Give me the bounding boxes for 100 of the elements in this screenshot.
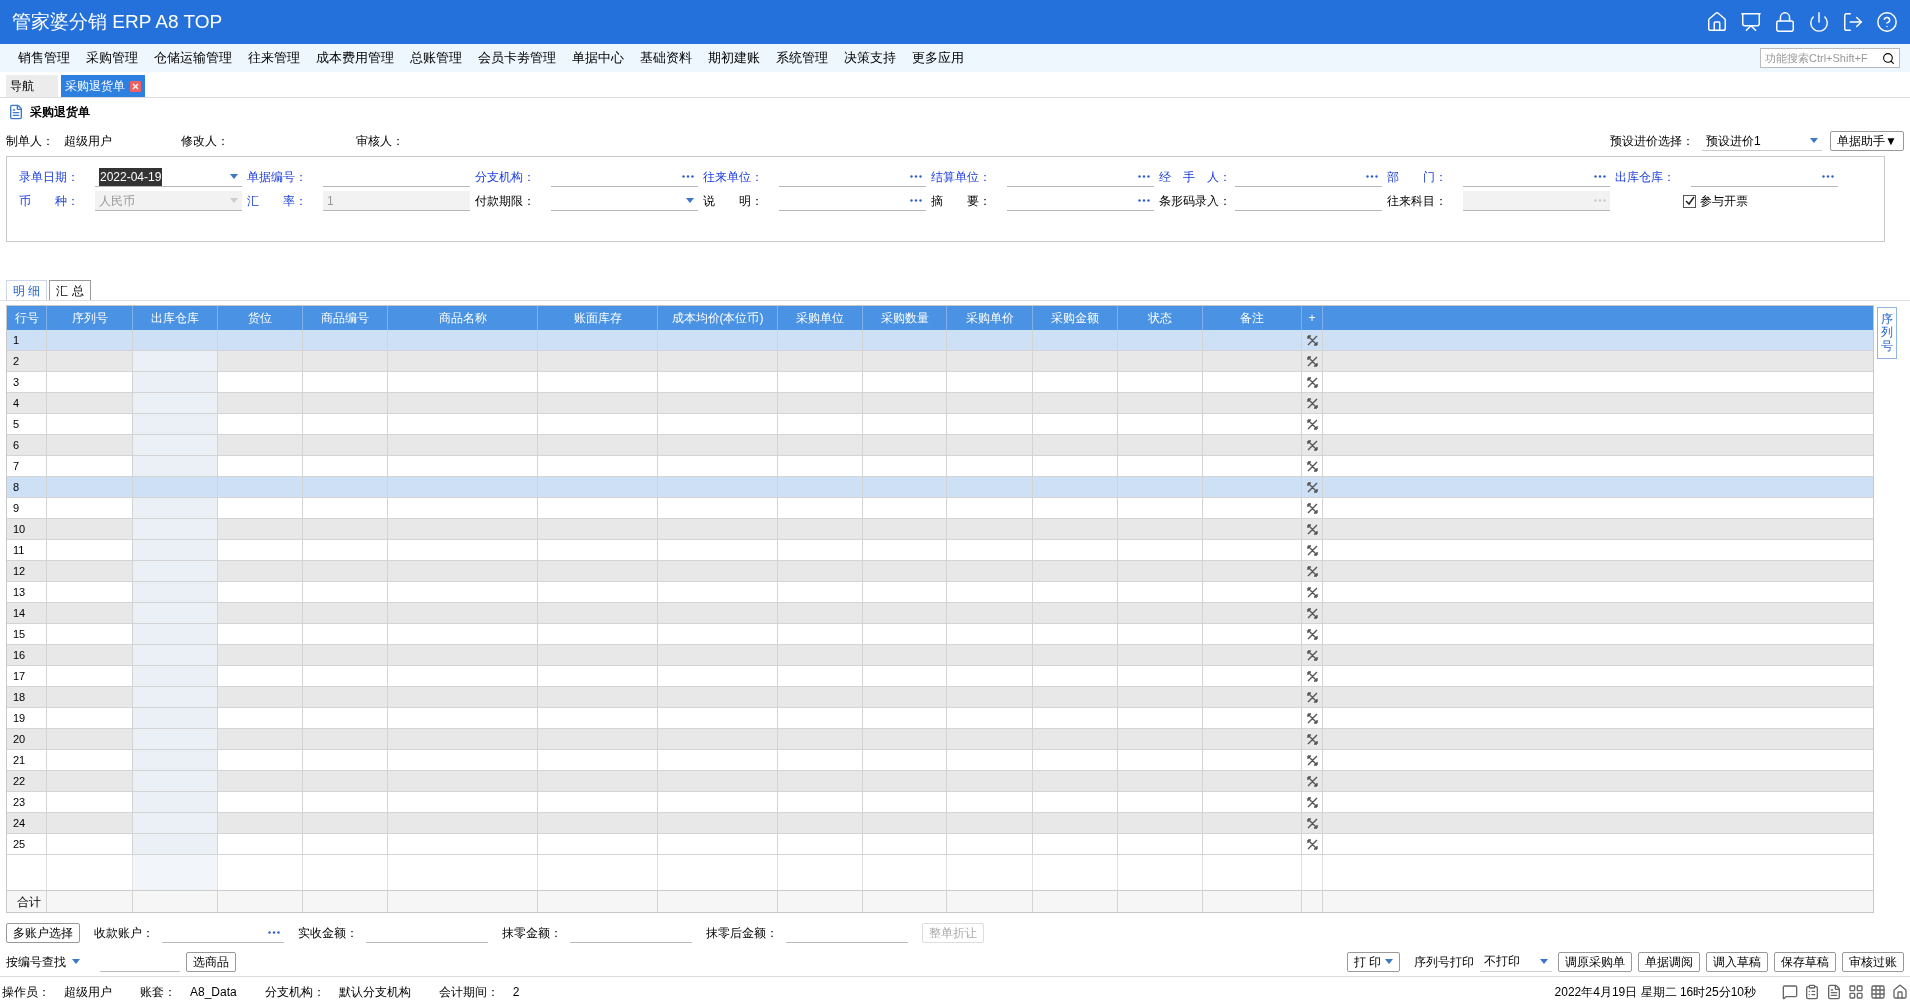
table-row[interactable]: 4 (7, 393, 1873, 414)
menu-item[interactable]: 决策支持 (836, 48, 904, 68)
home-icon[interactable] (1706, 11, 1728, 33)
cross-tools-icon[interactable] (1306, 376, 1318, 388)
table-row[interactable]: 12 (7, 561, 1873, 582)
table-row[interactable]: 15 (7, 624, 1873, 645)
invoice-checkbox[interactable]: 参与开票 (1683, 192, 1748, 210)
menu-item[interactable]: 总账管理 (402, 48, 470, 68)
cross-tools-icon[interactable] (1306, 607, 1318, 619)
checkbox[interactable] (1683, 194, 1696, 208)
table-row[interactable]: 14 (7, 603, 1873, 624)
cross-tools-icon[interactable] (1306, 712, 1318, 724)
cross-tools-icon[interactable] (1306, 418, 1318, 430)
find-mode-value: 按编号查找 (6, 953, 66, 971)
cross-tools-icon[interactable] (1306, 586, 1318, 598)
lock-icon[interactable] (1774, 11, 1796, 33)
cross-tools-icon[interactable] (1306, 544, 1318, 556)
logout-icon[interactable] (1842, 11, 1864, 33)
table-row[interactable]: 23 (7, 792, 1873, 813)
menu-item[interactable]: 期初建账 (700, 48, 768, 68)
search-field[interactable]: 功能搜索Ctrl+Shift+F (1760, 48, 1900, 68)
table-row[interactable]: 20 (7, 729, 1873, 750)
serial-side-tab[interactable]: 序列号 (1877, 307, 1897, 359)
menu-item[interactable]: 更多应用 (904, 48, 972, 68)
detail-tab[interactable]: 汇 总 (49, 280, 91, 300)
cross-tools-icon[interactable] (1306, 649, 1318, 661)
multi-account-button[interactable]: 多账户选择 (6, 923, 80, 943)
cross-tools-icon[interactable] (1306, 628, 1318, 640)
help-icon[interactable] (1876, 11, 1898, 33)
table-row[interactable]: 5 (7, 414, 1873, 435)
table-row[interactable]: 10 (7, 519, 1873, 540)
cross-tools-icon[interactable] (1306, 796, 1318, 808)
menu-item[interactable]: 仓储运输管理 (146, 48, 240, 68)
table-row[interactable]: 11 (7, 540, 1873, 561)
pick-goods-button[interactable]: 选商品 (186, 951, 236, 972)
power-icon[interactable] (1808, 11, 1830, 33)
table-row[interactable]: 17 (7, 666, 1873, 687)
tab[interactable]: 采购退货单 (61, 75, 145, 97)
table-row[interactable]: 7 (7, 456, 1873, 477)
menu-item[interactable]: 销售管理 (10, 48, 78, 68)
table-row[interactable]: 2 (7, 351, 1873, 372)
menu-item[interactable]: 往来管理 (240, 48, 308, 68)
cross-tools-icon[interactable] (1306, 670, 1318, 682)
cross-tools-icon[interactable] (1306, 397, 1318, 409)
message-icon[interactable] (1782, 984, 1798, 1000)
cross-tools-icon[interactable] (1306, 355, 1318, 367)
grid-icon[interactable] (1848, 984, 1864, 1000)
grid-icon[interactable] (1870, 984, 1886, 1000)
table-row[interactable]: 8 (7, 477, 1873, 498)
table-row[interactable]: 9 (7, 498, 1873, 519)
table-row[interactable]: 13 (7, 582, 1873, 603)
detail-tab[interactable]: 明 细 (6, 280, 48, 300)
action-button[interactable]: 单据调阅 (1638, 951, 1700, 972)
cross-tools-icon[interactable] (1306, 817, 1318, 829)
find-mode-dropdown[interactable]: 按编号查找 (6, 951, 94, 972)
table-row[interactable]: 3 (7, 372, 1873, 393)
row-number: 14 (12, 605, 26, 621)
action-button[interactable]: 审核过账 (1842, 951, 1904, 972)
cross-tools-icon[interactable] (1306, 775, 1318, 787)
action-button[interactable]: 调原采购单 (1558, 951, 1632, 972)
cross-tools-icon[interactable] (1306, 754, 1318, 766)
table-row[interactable]: 6 (7, 435, 1873, 456)
helper-button[interactable]: 单据助手▼ (1830, 131, 1904, 151)
table-row[interactable]: 22 (7, 771, 1873, 792)
cross-tools-icon[interactable] (1306, 838, 1318, 850)
clipboard-icon[interactable] (1804, 984, 1820, 1000)
table-row[interactable]: 21 (7, 750, 1873, 771)
menu-item[interactable]: 会员卡劵管理 (470, 48, 564, 68)
action-button[interactable]: 调入草稿 (1706, 951, 1768, 972)
preset-dropdown[interactable]: 预设进价1 (1702, 131, 1823, 151)
table-row[interactable]: 24 (7, 813, 1873, 834)
dropdown-field[interactable]: 2022-04-19 (95, 167, 242, 187)
table-row[interactable]: 18 (7, 687, 1873, 708)
cross-tools-icon[interactable] (1306, 691, 1318, 703)
cross-tools-icon[interactable] (1306, 481, 1318, 493)
table-row[interactable]: 19 (7, 708, 1873, 729)
serial-print-dropdown[interactable]: 不打印 (1480, 951, 1552, 972)
tab[interactable]: 导航 (6, 75, 58, 97)
print-button[interactable]: 打 印 (1346, 951, 1400, 972)
table-row[interactable]: 1 (7, 330, 1873, 351)
menu-item[interactable]: 基础资料 (632, 48, 700, 68)
cross-tools-icon[interactable] (1306, 733, 1318, 745)
home-icon[interactable] (1892, 984, 1908, 1000)
menu-item[interactable]: 采购管理 (78, 48, 146, 68)
close-icon[interactable] (130, 80, 141, 92)
action-button[interactable]: 保存草稿 (1774, 951, 1836, 972)
chart-monitor-icon[interactable] (1740, 11, 1762, 33)
cross-tools-icon[interactable] (1306, 502, 1318, 514)
menu-item[interactable]: 成本费用管理 (308, 48, 402, 68)
cross-tools-icon[interactable] (1306, 565, 1318, 577)
menu-item[interactable]: 单据中心 (564, 48, 632, 68)
cross-tools-icon[interactable] (1306, 460, 1318, 472)
cross-tools-icon[interactable] (1306, 523, 1318, 535)
cross-tools-icon[interactable] (1306, 439, 1318, 451)
document-icon[interactable] (1826, 984, 1842, 1000)
preset-label: 预设进价选择： (1610, 133, 1695, 150)
cross-tools-icon[interactable] (1306, 334, 1318, 346)
menu-item[interactable]: 系统管理 (768, 48, 836, 68)
table-row[interactable]: 25 (7, 834, 1873, 855)
table-row[interactable]: 16 (7, 645, 1873, 666)
